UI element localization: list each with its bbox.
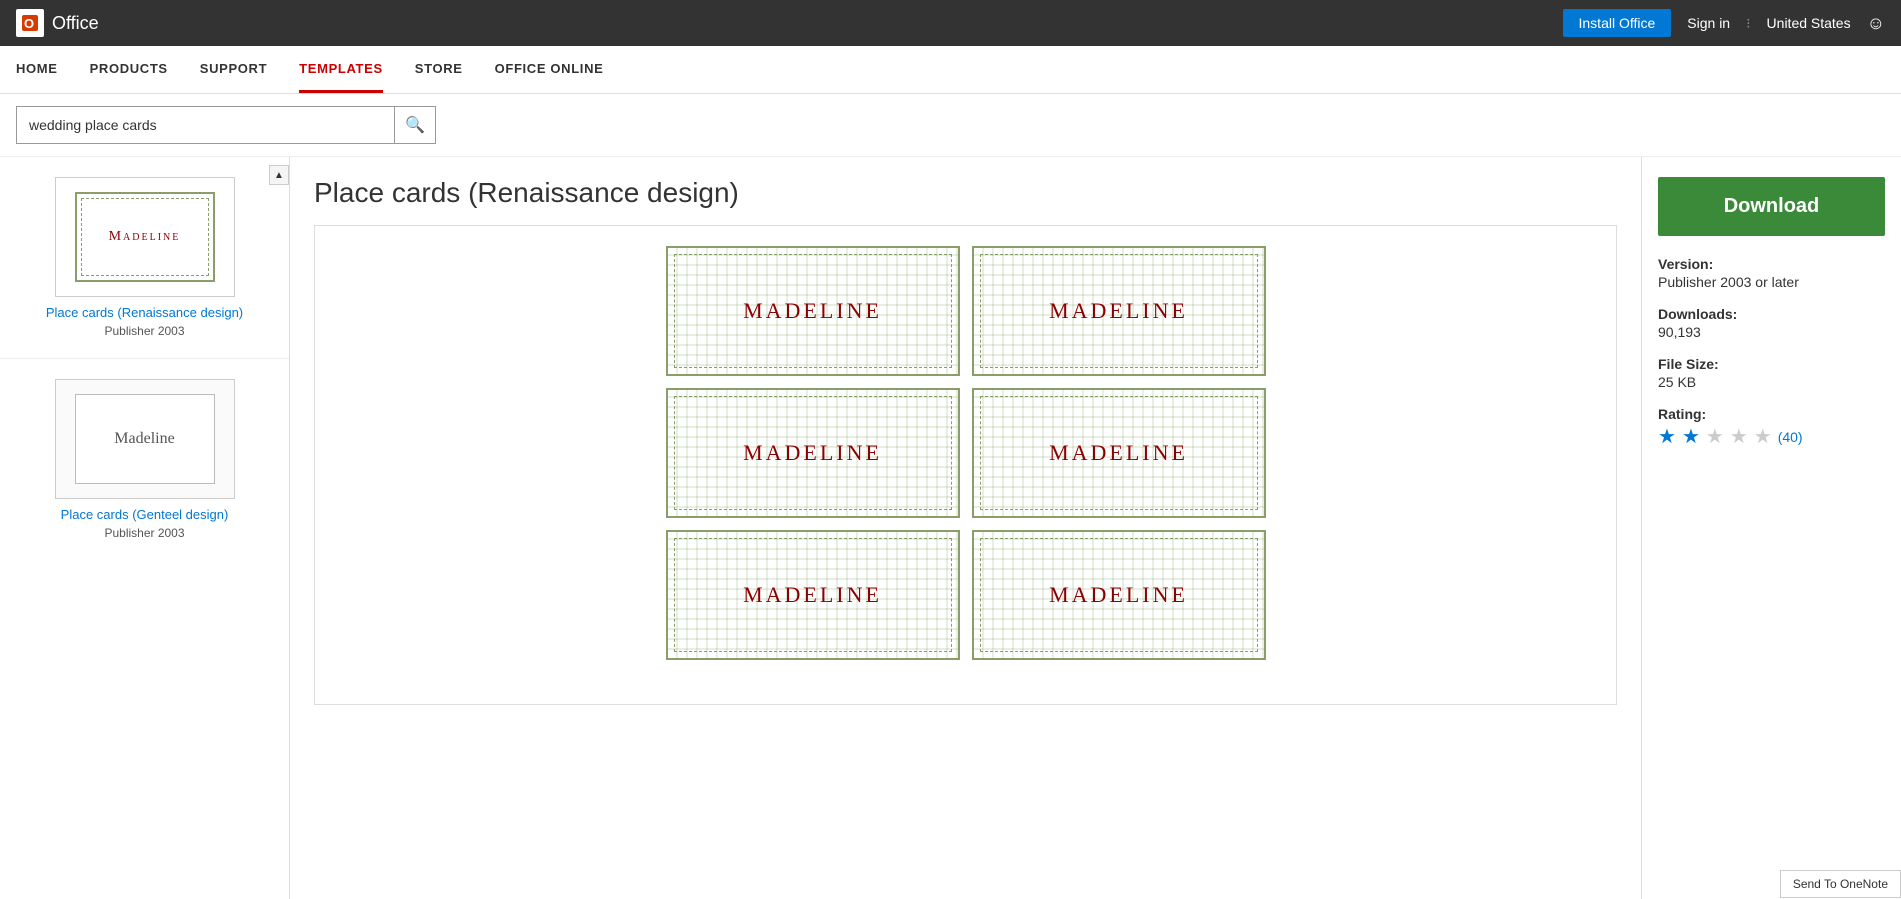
version-label: Version: — [1658, 256, 1885, 272]
place-card-name-2: MADELINE — [1049, 298, 1188, 324]
sidebar-label-renaissance[interactable]: Place cards (Renaissance design) — [16, 305, 273, 320]
main-layout: ▲ Madeline Place cards (Renaissance desi… — [0, 157, 1901, 899]
install-office-button[interactable]: Install Office — [1563, 9, 1672, 37]
stars-wrap: ★ ★ ★ ★ ★ (40) — [1658, 424, 1885, 449]
office-logo-text: Office — [52, 13, 99, 34]
content-area: Place cards (Renaissance design) MADELIN… — [290, 157, 1641, 899]
rating-section: Rating: ★ ★ ★ ★ ★ (40) — [1658, 406, 1885, 449]
place-card-name-4: MADELINE — [1049, 440, 1188, 466]
svg-text:O: O — [24, 16, 34, 31]
sidebar-meta-renaissance: Publisher 2003 — [104, 324, 184, 338]
rating-count[interactable]: (40) — [1778, 429, 1803, 445]
sidebar-item-genteel[interactable]: Madeline Place cards (Genteel design) Pu… — [0, 367, 289, 552]
place-card-name-3: MADELINE — [743, 440, 882, 466]
region-selector[interactable]: United States — [1767, 15, 1851, 31]
office-logo[interactable]: O Office — [16, 9, 99, 37]
place-card-name-5: MADELINE — [743, 582, 882, 608]
download-button[interactable]: Download — [1658, 177, 1885, 236]
send-to-onenote-button[interactable]: Send To OneNote — [1780, 870, 1901, 898]
filesize-value: 25 KB — [1658, 374, 1885, 390]
place-card-name-1: MADELINE — [743, 298, 882, 324]
top-bar-right: Install Office Sign in ⁝ United States ☺ — [1563, 9, 1886, 37]
star-3[interactable]: ★ — [1706, 424, 1724, 449]
right-panel: Download Version: Publisher 2003 or late… — [1641, 157, 1901, 899]
smiley-icon[interactable]: ☺ — [1867, 13, 1885, 34]
sidebar-meta-genteel: Publisher 2003 — [104, 526, 184, 540]
version-section: Version: Publisher 2003 or later — [1658, 256, 1885, 290]
place-card-5: MADELINE — [666, 530, 960, 660]
sidebar-divider — [0, 358, 289, 359]
nav-office-online[interactable]: OFFICE ONLINE — [495, 47, 604, 93]
star-1[interactable]: ★ — [1658, 424, 1676, 449]
downloads-value: 90,193 — [1658, 324, 1885, 340]
rating-label: Rating: — [1658, 406, 1885, 422]
place-card-name-6: MADELINE — [1049, 582, 1188, 608]
top-bar: O Office Install Office Sign in ⁝ United… — [0, 0, 1901, 46]
page-title: Place cards (Renaissance design) — [314, 177, 1617, 209]
sidebar-item-renaissance[interactable]: Madeline Place cards (Renaissance design… — [0, 165, 289, 350]
place-card-2: MADELINE — [972, 246, 1266, 376]
nav-store[interactable]: STORE — [415, 47, 463, 93]
preview-area: MADELINE MADELINE MADELINE MADELINE — [314, 225, 1617, 705]
downloads-section: Downloads: 90,193 — [1658, 306, 1885, 340]
filesize-label: File Size: — [1658, 356, 1885, 372]
star-5[interactable]: ★ — [1754, 424, 1772, 449]
sidebar-thumb-genteel: Madeline — [55, 379, 235, 499]
search-input[interactable] — [17, 107, 394, 143]
search-button[interactable]: 🔍 — [394, 107, 435, 143]
separator: ⁝ — [1746, 15, 1750, 32]
star-4[interactable]: ★ — [1730, 424, 1748, 449]
nav-home[interactable]: HOME — [16, 47, 58, 93]
nav-support[interactable]: SUPPORT — [200, 47, 267, 93]
sidebar-label-genteel[interactable]: Place cards (Genteel design) — [16, 507, 273, 522]
nav-bar: HOME PRODUCTS SUPPORT TEMPLATES STORE OF… — [0, 46, 1901, 94]
sidebar: ▲ Madeline Place cards (Renaissance desi… — [0, 157, 290, 899]
place-cards-grid: MADELINE MADELINE MADELINE MADELINE — [666, 246, 1266, 660]
nav-templates[interactable]: TEMPLATES — [299, 47, 383, 93]
office-logo-icon: O — [16, 9, 44, 37]
search-bar: 🔍 — [0, 94, 1901, 157]
sidebar-card-name-2: Madeline — [114, 430, 174, 448]
sidebar-thumb-renaissance: Madeline — [55, 177, 235, 297]
star-2[interactable]: ★ — [1682, 424, 1700, 449]
filesize-section: File Size: 25 KB — [1658, 356, 1885, 390]
sidebar-scroll-up[interactable]: ▲ — [269, 165, 289, 185]
downloads-label: Downloads: — [1658, 306, 1885, 322]
place-card-3: MADELINE — [666, 388, 960, 518]
place-card-4: MADELINE — [972, 388, 1266, 518]
search-input-wrap: 🔍 — [16, 106, 436, 144]
nav-products[interactable]: PRODUCTS — [90, 47, 168, 93]
place-card-6: MADELINE — [972, 530, 1266, 660]
sign-in-link[interactable]: Sign in — [1687, 15, 1730, 31]
version-value: Publisher 2003 or later — [1658, 274, 1885, 290]
sidebar-card-name-1: Madeline — [109, 229, 181, 245]
place-card-1: MADELINE — [666, 246, 960, 376]
